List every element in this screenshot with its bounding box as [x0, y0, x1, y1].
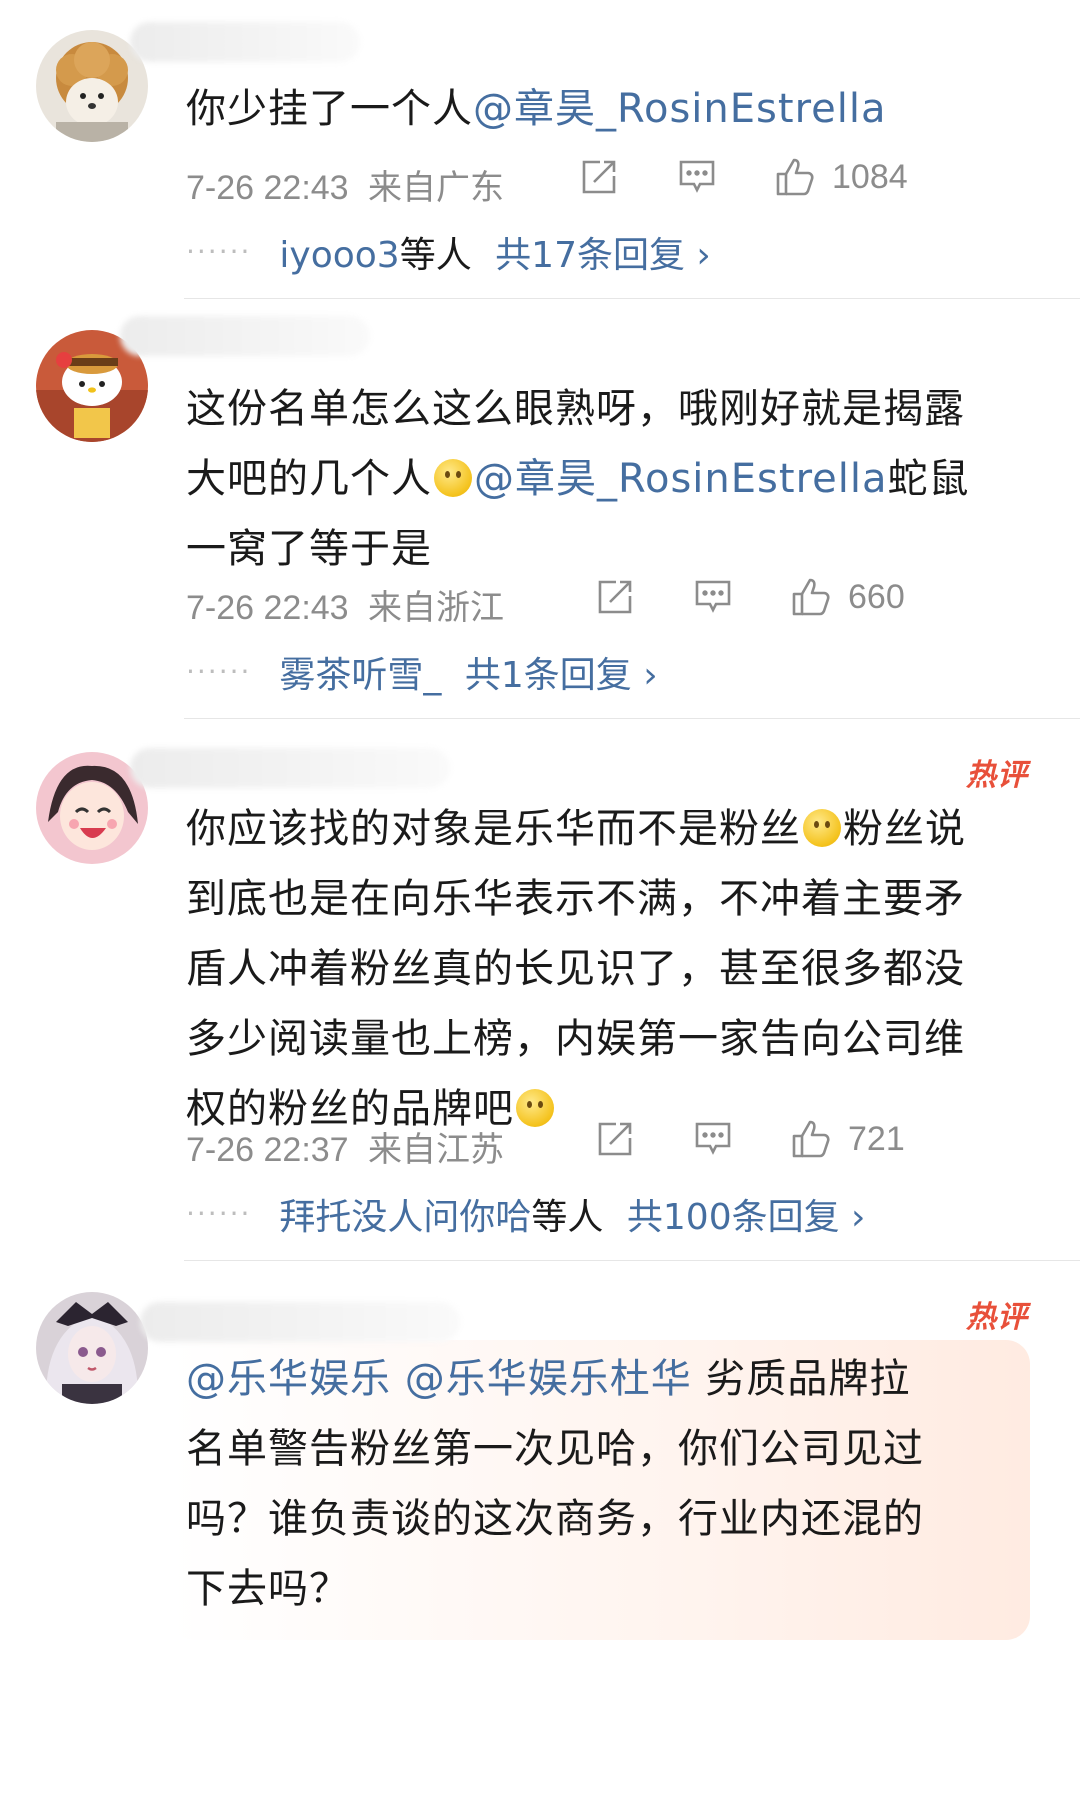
smile-emoji-icon [434, 459, 472, 497]
like-button[interactable]: 721 [790, 1118, 905, 1160]
sweat-emoji-icon [516, 1089, 554, 1127]
share-icon [598, 1122, 632, 1156]
share-icon [598, 580, 632, 614]
mention-link[interactable]: @章昊_RosinEstrella [473, 86, 886, 132]
comment-text-plain: 粉丝说 [843, 806, 966, 852]
comment-icon [679, 160, 715, 193]
awkward-emoji-icon [803, 809, 841, 847]
mention-link[interactable]: @乐华娱乐杜华 [405, 1356, 692, 1402]
reply-count-link[interactable]: 共1条回复 › [465, 655, 658, 696]
username-redacted[interactable] [130, 748, 450, 788]
like-count: 1084 [832, 157, 908, 196]
comment-text: 这份名单怎么这么眼熟呀，哦刚好就是揭露 大吧的几个人 @章昊_RosinEstre… [186, 374, 1046, 584]
comment-line: 盾人冲着粉丝真的长见识了，甚至很多都没 [186, 946, 965, 992]
comment-line: 这份名单怎么这么眼熟呀，哦刚好就是揭露 [186, 386, 965, 432]
like-button[interactable]: 1084 [774, 156, 908, 198]
thumbs-up-icon [792, 1120, 830, 1158]
mention-link[interactable]: @章昊_RosinEstrella [474, 456, 887, 502]
comment-text-plain: 你应该找的对象是乐华而不是粉丝 [186, 806, 801, 852]
comment-button[interactable] [694, 1120, 732, 1158]
share-button[interactable] [580, 158, 618, 196]
share-button[interactable] [596, 578, 634, 616]
comment-line: 多少阅读量也上榜，内娱第一家告向公司维 [186, 1016, 965, 1062]
mention-link[interactable]: @乐华娱乐 [186, 1356, 391, 1402]
comment-line: 吗？谁负责谈的这次商务，行业内还混的 [186, 1496, 924, 1542]
reply-count-link[interactable]: 共100条回复 › [627, 1197, 866, 1238]
comment-line: 到底也是在向乐华表示不满，不冲着主要矛 [186, 876, 965, 922]
comment-text-plain: 大吧的几个人 [186, 456, 432, 502]
ellipsis-icon: ······ [186, 1197, 252, 1230]
like-button[interactable]: 660 [790, 576, 905, 618]
comment-line: 名单警告粉丝第一次见哈，你们公司见过 [186, 1426, 924, 1472]
comment-button[interactable] [678, 158, 716, 196]
divider [184, 718, 1080, 719]
comment-time: 7-26 22:43 [186, 169, 349, 207]
username-redacted[interactable] [120, 316, 370, 356]
comment-line: @乐华娱乐 @乐华娱乐杜华 劣质品牌拉 [186, 1344, 1046, 1414]
comment-text-plain: 劣质品牌拉 [705, 1356, 911, 1402]
divider [184, 1260, 1080, 1261]
comment-line: 大吧的几个人 @章昊_RosinEstrella蛇鼠 [186, 444, 1046, 514]
like-count: 660 [848, 577, 905, 616]
comment-icon [695, 580, 731, 613]
like-count: 721 [848, 1119, 905, 1158]
comment-line: 下去吗？ [186, 1566, 350, 1612]
comment-location: 来自广东 [368, 169, 505, 207]
reply-users[interactable]: 拜托没人问你哈 [279, 1197, 531, 1238]
reply-count-link[interactable]: 共17条回复 › [495, 235, 711, 276]
hot-comment-badge: 热评 [966, 758, 1028, 793]
comment-text: 你少挂了一个人@章昊_RosinEstrella [186, 74, 1046, 144]
username-redacted[interactable] [140, 1302, 460, 1342]
comment-text-plain: 你少挂了一个人 [186, 86, 473, 132]
comment-time: 7-26 22:43 [186, 589, 349, 627]
ellipsis-icon: ······ [186, 235, 252, 268]
comment-text: 你应该找的对象是乐华而不是粉丝 粉丝说 到底也是在向乐华表示不满，不冲着主要矛 盾… [186, 794, 1046, 1144]
divider [184, 298, 1080, 299]
comment-meta: 7-26 22:43 来自浙江 [186, 580, 504, 629]
comment-time: 7-26 22:37 [186, 1131, 349, 1169]
thumbs-up-icon [792, 578, 830, 616]
comment-text-plain: 蛇鼠 [887, 456, 970, 502]
ellipsis-icon: ······ [186, 655, 252, 688]
reply-suffix: 等人 [531, 1197, 604, 1238]
hot-comment-badge: 热评 [966, 1300, 1028, 1335]
comment-text: @乐华娱乐 @乐华娱乐杜华 劣质品牌拉 名单警告粉丝第一次见哈，你们公司见过 吗… [186, 1344, 1046, 1624]
share-button[interactable] [596, 1120, 634, 1158]
reply-users[interactable]: iyooo3 [279, 235, 399, 276]
comment-line: 一窝了等于是 [186, 526, 432, 572]
reply-preview[interactable]: ······ 拜托没人问你哈等人 共100条回复 › [186, 1188, 865, 1240]
reply-users[interactable]: 雾茶听雪_ [279, 655, 441, 696]
comment-meta: 7-26 22:43 来自广东 [186, 160, 504, 209]
comment-meta: 7-26 22:37 来自江苏 [186, 1122, 504, 1171]
share-icon [582, 160, 616, 194]
comment-button[interactable] [694, 578, 732, 616]
comment-icon [695, 1122, 731, 1155]
comment-location: 来自江苏 [368, 1131, 505, 1169]
username-redacted[interactable] [130, 22, 360, 62]
reply-preview[interactable]: ······ 雾茶听雪_ 共1条回复 › [186, 646, 658, 698]
reply-suffix: 等人 [399, 235, 472, 276]
comment-location: 来自浙江 [368, 589, 505, 627]
comment-line: 你应该找的对象是乐华而不是粉丝 粉丝说 [186, 794, 1046, 864]
thumbs-up-icon [776, 158, 814, 196]
avatar[interactable] [36, 1292, 148, 1404]
reply-preview[interactable]: ······ iyooo3等人 共17条回复 › [186, 226, 711, 278]
